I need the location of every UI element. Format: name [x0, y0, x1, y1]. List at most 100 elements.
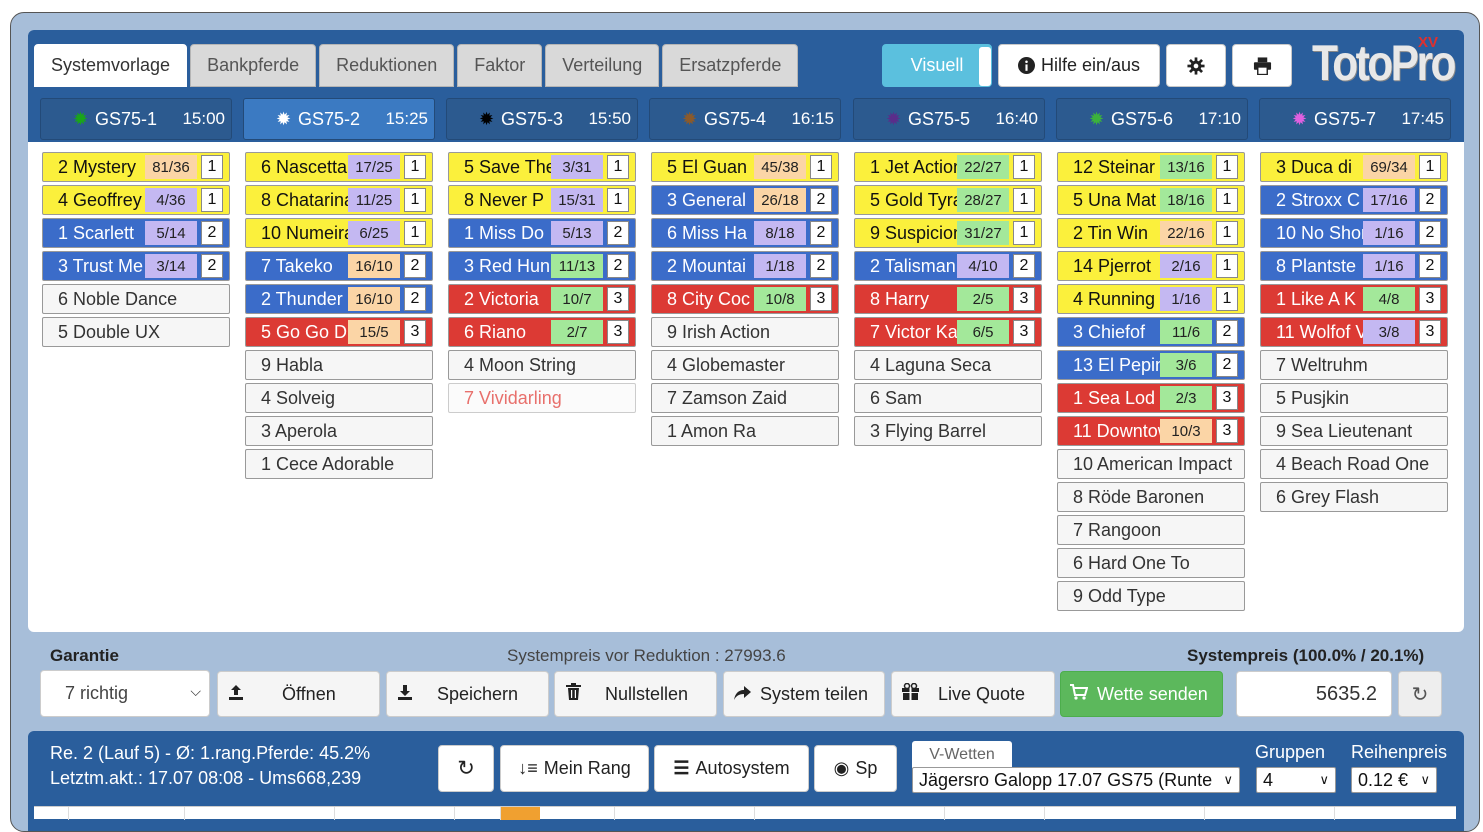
horse-entry[interactable]: 4 Running 1/16 1 [1057, 284, 1245, 314]
horse-entry[interactable]: 1 Amon Ra [651, 416, 839, 446]
help-toggle-button[interactable]: Hilfe ein/aus [998, 44, 1160, 87]
horse-entry[interactable]: 4 Beach Road One [1260, 449, 1448, 479]
v-wetten-tab[interactable]: V-Wetten [912, 741, 1012, 768]
horse-entry[interactable]: 7 Victor Ka 6/5 3 [854, 317, 1042, 347]
horse-rank[interactable]: 3 [607, 320, 629, 344]
horse-entry[interactable]: 8 Plantste 1/16 2 [1260, 251, 1448, 281]
reset-button[interactable]: Nullstellen [554, 671, 717, 717]
horse-entry[interactable]: 7 Takeko 16/10 2 [245, 251, 433, 281]
print-button[interactable] [1232, 44, 1292, 87]
horse-entry[interactable]: 5 Double UX [42, 317, 230, 347]
horse-rank[interactable]: 1 [201, 188, 223, 212]
horse-entry[interactable]: 2 Talisman 4/10 2 [854, 251, 1042, 281]
horse-rank[interactable]: 2 [1216, 320, 1238, 344]
horse-entry[interactable]: 2 Thunder 16/10 2 [245, 284, 433, 314]
horse-entry[interactable]: 3 Flying Barrel [854, 416, 1042, 446]
horse-rank[interactable]: 2 [607, 221, 629, 245]
tab-systemvorlage[interactable]: Systemvorlage [34, 44, 188, 87]
refresh-button[interactable]: ↻ [438, 745, 494, 792]
horse-rank[interactable]: 2 [1013, 254, 1035, 278]
horse-rank[interactable]: 1 [1013, 221, 1035, 245]
horse-rank[interactable]: 3 [810, 287, 832, 311]
sp-button[interactable]: ◉ Sp [814, 745, 897, 792]
horse-entry[interactable]: 5 Gold Tyra 28/27 1 [854, 185, 1042, 215]
garantie-select[interactable]: 7 richtig ⌵ [40, 670, 210, 717]
horse-rank[interactable]: 1 [404, 188, 426, 212]
horse-rank[interactable]: 1 [1013, 188, 1035, 212]
horse-rank[interactable]: 1 [201, 155, 223, 179]
horse-entry[interactable]: 8 Röde Baronen [1057, 482, 1245, 512]
horse-rank[interactable]: 1 [810, 155, 832, 179]
horse-entry[interactable]: 3 Trust Me 3/14 2 [42, 251, 230, 281]
race-header-7[interactable]: ✹ GS75-7 17:45 [1259, 98, 1451, 140]
tab-reduktionen[interactable]: Reduktionen [319, 44, 455, 87]
horse-rank[interactable]: 1 [404, 221, 426, 245]
horse-rank[interactable]: 3 [404, 320, 426, 344]
horse-rank[interactable]: 1 [1216, 221, 1238, 245]
race-header-5[interactable]: ✹ GS75-5 16:40 [853, 98, 1045, 140]
race-select[interactable]: Jägersro Galopp 17.07 GS75 (Runte ∨ [912, 767, 1240, 793]
horse-entry[interactable]: 1 Miss Do 5/13 2 [448, 218, 636, 248]
horse-entry[interactable]: 5 Pusjkin [1260, 383, 1448, 413]
horse-entry[interactable]: 6 Miss Ha 8/18 2 [651, 218, 839, 248]
horse-entry[interactable]: 5 Una Mat 18/16 1 [1057, 185, 1245, 215]
horse-rank[interactable]: 1 [1216, 155, 1238, 179]
tab-bankpferde[interactable]: Bankpferde [190, 44, 317, 87]
horse-entry[interactable]: 10 No Shor 1/16 2 [1260, 218, 1448, 248]
horse-entry[interactable]: 5 Save The 3/31 1 [448, 152, 636, 182]
horse-entry[interactable]: 6 Sam [854, 383, 1042, 413]
settings-button[interactable] [1166, 44, 1226, 87]
horse-entry[interactable]: 7 Rangoon [1057, 515, 1245, 545]
horse-rank[interactable]: 2 [1419, 221, 1441, 245]
horse-entry[interactable]: 2 Mountai 1/18 2 [651, 251, 839, 281]
horse-entry[interactable]: 9 Irish Action [651, 317, 839, 347]
horse-rank[interactable]: 1 [607, 188, 629, 212]
race-header-6[interactable]: ✹ GS75-6 17:10 [1056, 98, 1248, 140]
horse-rank[interactable]: 1 [1216, 254, 1238, 278]
horse-entry[interactable]: 6 Nascetta 17/25 1 [245, 152, 433, 182]
horse-rank[interactable]: 2 [201, 254, 223, 278]
autosystem-button[interactable]: ☰ Autosystem [654, 745, 809, 792]
horse-entry[interactable]: 5 El Guan 45/38 1 [651, 152, 839, 182]
price-refresh-button[interactable]: ↻ [1398, 671, 1442, 717]
race-header-4[interactable]: ✹ GS75-4 16:15 [649, 98, 841, 140]
horse-entry[interactable]: 1 Cece Adorable [245, 449, 433, 479]
race-header-2[interactable]: ✹ GS75-2 15:25 [243, 98, 435, 140]
visuell-toggle[interactable]: Visuell [882, 44, 992, 87]
horse-entry[interactable]: 10 American Impact [1057, 449, 1245, 479]
horse-entry[interactable]: 2 Mystery 81/36 1 [42, 152, 230, 182]
horse-entry[interactable]: 6 Hard One To [1057, 548, 1245, 578]
horse-entry[interactable]: 14 Pjerrot 2/16 1 [1057, 251, 1245, 281]
horse-rank[interactable]: 3 [1419, 320, 1441, 344]
horse-entry[interactable]: 2 Victoria 10/7 3 [448, 284, 636, 314]
horse-entry[interactable]: 1 Sea Lod 2/3 3 [1057, 383, 1245, 413]
tab-faktor[interactable]: Faktor [457, 44, 543, 87]
gruppen-select[interactable]: 4 ∨ [1256, 767, 1336, 793]
horse-entry[interactable]: 8 City Coc 10/8 3 [651, 284, 839, 314]
share-button[interactable]: System teilen [723, 671, 885, 717]
horse-entry[interactable]: 3 General 26/18 2 [651, 185, 839, 215]
horse-entry[interactable]: 7 Vividarling [448, 383, 636, 413]
open-button[interactable]: Öffnen [217, 671, 380, 717]
horse-entry[interactable]: 2 Stroxx C 17/16 2 [1260, 185, 1448, 215]
horse-rank[interactable]: 1 [1013, 155, 1035, 179]
race-header-3[interactable]: ✹ GS75-3 15:50 [446, 98, 638, 140]
horse-entry[interactable]: 4 Globemaster [651, 350, 839, 380]
tab-ersatzpferde[interactable]: Ersatzpferde [662, 44, 799, 87]
system-price-field[interactable]: 5635.2 [1236, 671, 1392, 717]
save-button[interactable]: Speichern [386, 671, 549, 717]
horse-rank[interactable]: 2 [810, 188, 832, 212]
horse-entry[interactable]: 3 Duca di 69/34 1 [1260, 152, 1448, 182]
horse-entry[interactable]: 8 Chatarina 11/25 1 [245, 185, 433, 215]
horse-rank[interactable]: 3 [607, 287, 629, 311]
horse-rank[interactable]: 1 [1216, 287, 1238, 311]
horse-rank[interactable]: 2 [1216, 353, 1238, 377]
horse-rank[interactable]: 2 [201, 221, 223, 245]
horse-rank[interactable]: 1 [404, 155, 426, 179]
horse-entry[interactable]: 10 Numeira 6/25 1 [245, 218, 433, 248]
horse-entry[interactable]: 8 Never P 15/31 1 [448, 185, 636, 215]
horse-entry[interactable]: 13 El Pepin 3/6 2 [1057, 350, 1245, 380]
horse-entry[interactable]: 4 Solveig [245, 383, 433, 413]
horse-entry[interactable]: 12 Steinar 13/16 1 [1057, 152, 1245, 182]
horse-rank[interactable]: 2 [1419, 254, 1441, 278]
